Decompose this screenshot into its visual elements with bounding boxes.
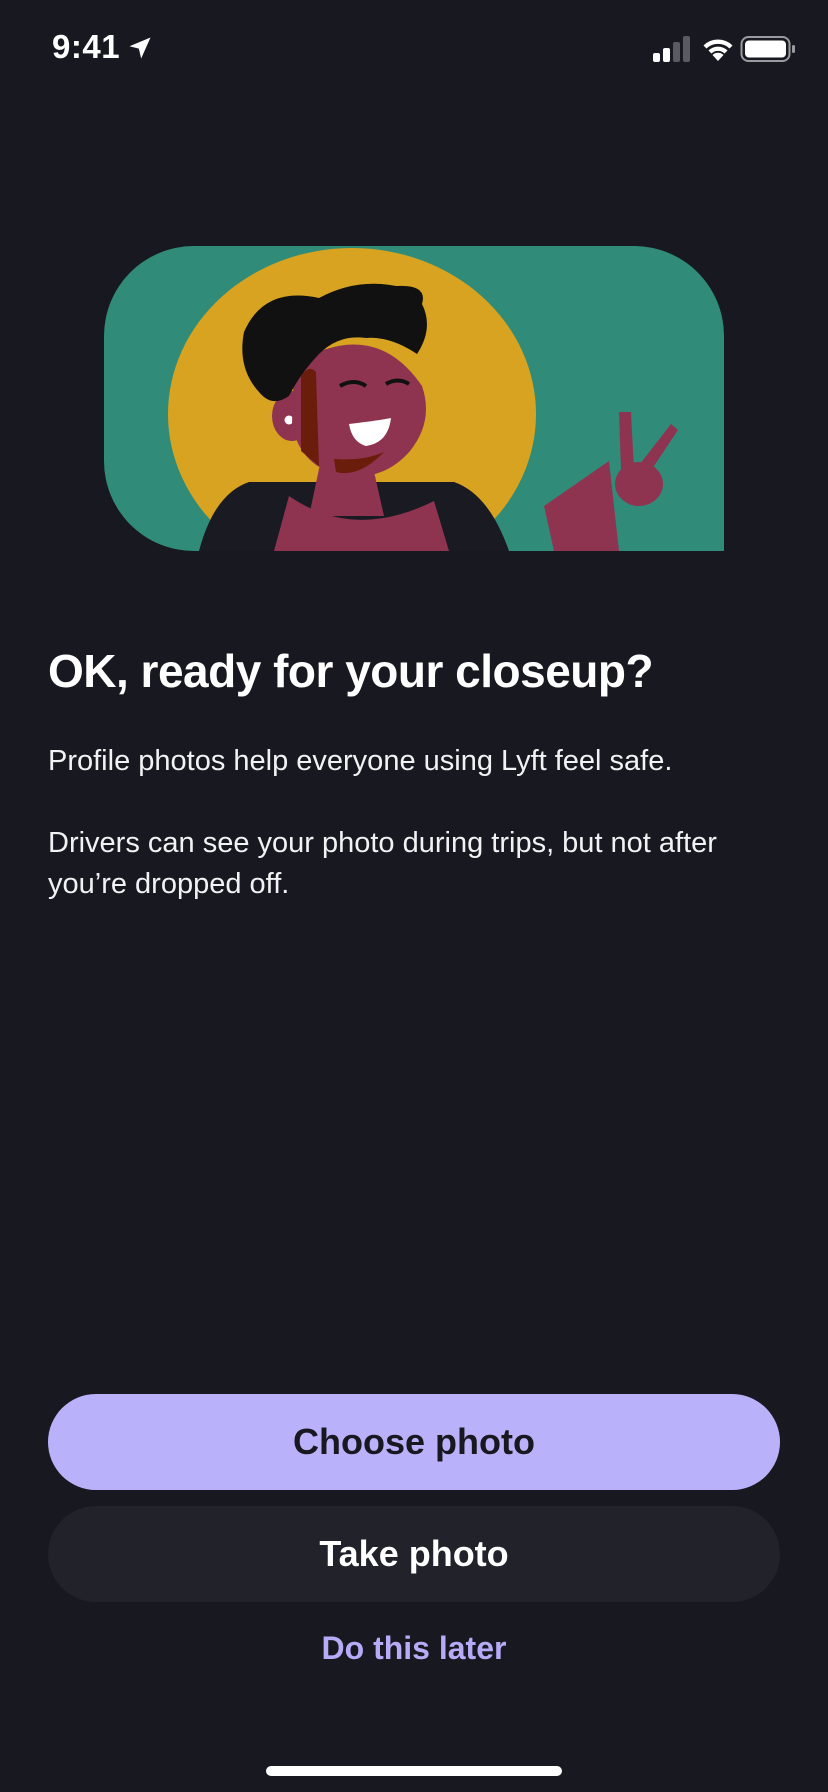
take-photo-button[interactable]: Take photo [48, 1506, 780, 1602]
choose-photo-button[interactable]: Choose photo [48, 1394, 780, 1490]
wifi-icon [703, 39, 733, 61]
page-title: OK, ready for your closeup? [48, 645, 654, 697]
description-privacy: Drivers can see your photo during trips,… [48, 827, 717, 900]
battery-icon [740, 36, 795, 62]
cellular-signal-icon [653, 36, 690, 62]
profile-photo-screen: 9:41 OK, ready for your closeup? Profile… [0, 0, 828, 1792]
home-indicator[interactable] [266, 1766, 562, 1776]
status-time: 9:41 [52, 28, 121, 65]
location-arrow-icon [129, 37, 151, 59]
profile-illustration [104, 246, 724, 551]
description-safety: Profile photos help everyone using Lyft … [48, 745, 673, 777]
do-this-later-link[interactable]: Do this later [0, 1630, 828, 1667]
status-bar: 9:41 [0, 0, 828, 100]
